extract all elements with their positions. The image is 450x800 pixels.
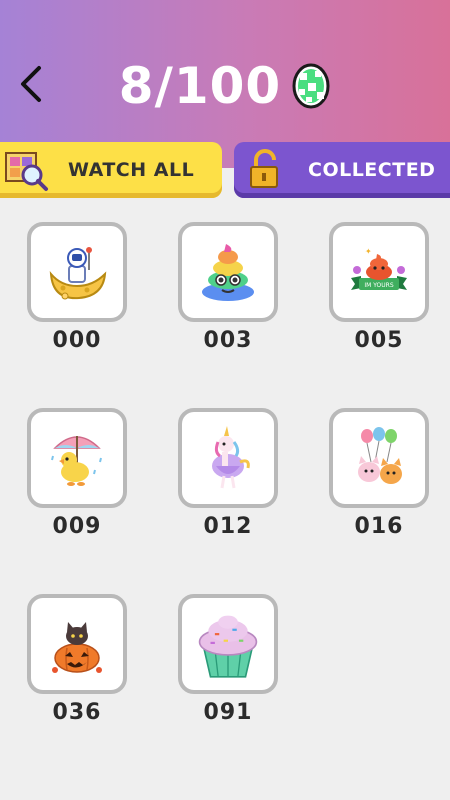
tab-watch-all-label: WATCH ALL — [68, 159, 195, 181]
search-picture-icon — [5, 152, 48, 191]
item-number: 091 — [203, 700, 253, 725]
tab-watch-all[interactable]: WATCH ALL — [0, 142, 222, 198]
egg-icon — [292, 63, 330, 109]
item-card[interactable] — [178, 408, 278, 508]
item-card[interactable]: IM YOURS ✦ — [329, 222, 429, 322]
unicorn-icon — [212, 426, 250, 489]
item-card[interactable] — [178, 594, 278, 694]
item-number: 003 — [203, 328, 253, 353]
item-card[interactable] — [178, 222, 278, 322]
cats-balloons-icon — [358, 427, 402, 484]
poop-banner-icon: IM YOURS ✦ — [351, 247, 407, 290]
astronaut-moon-icon — [49, 247, 107, 300]
svg-text:✦: ✦ — [365, 247, 372, 256]
item-number: 009 — [52, 514, 102, 539]
list-item[interactable]: IM YOURS ✦ 005 — [329, 222, 429, 353]
item-card[interactable] — [27, 222, 127, 322]
rainbow-poop-icon — [202, 244, 254, 301]
list-item[interactable]: 003 — [178, 222, 278, 353]
list-item[interactable]: 009 — [27, 408, 127, 539]
list-item[interactable]: 012 — [178, 408, 278, 539]
item-number: 005 — [354, 328, 404, 353]
unlock-icon — [250, 149, 278, 188]
counter-text: 8/100 — [118, 57, 282, 115]
item-card[interactable] — [27, 594, 127, 694]
item-number: 016 — [354, 514, 404, 539]
item-number: 012 — [203, 514, 253, 539]
cat-pumpkin-icon — [52, 622, 102, 673]
item-card[interactable] — [329, 408, 429, 508]
svg-text:IM YOURS: IM YOURS — [364, 282, 393, 289]
cupcake-icon — [198, 615, 258, 678]
list-item[interactable]: 016 — [329, 408, 429, 539]
tab-collected[interactable]: COLLECTED — [234, 142, 450, 198]
duck-umbrella-icon — [51, 436, 102, 486]
list-item[interactable]: 036 — [27, 594, 127, 725]
collection-counter: 8/100 — [0, 56, 450, 116]
list-item[interactable]: 000 — [27, 222, 127, 353]
item-card[interactable] — [27, 408, 127, 508]
tab-collected-label: COLLECTED — [308, 159, 436, 181]
item-number: 000 — [52, 328, 102, 353]
list-item[interactable]: 091 — [178, 594, 278, 725]
item-number: 036 — [52, 700, 102, 725]
